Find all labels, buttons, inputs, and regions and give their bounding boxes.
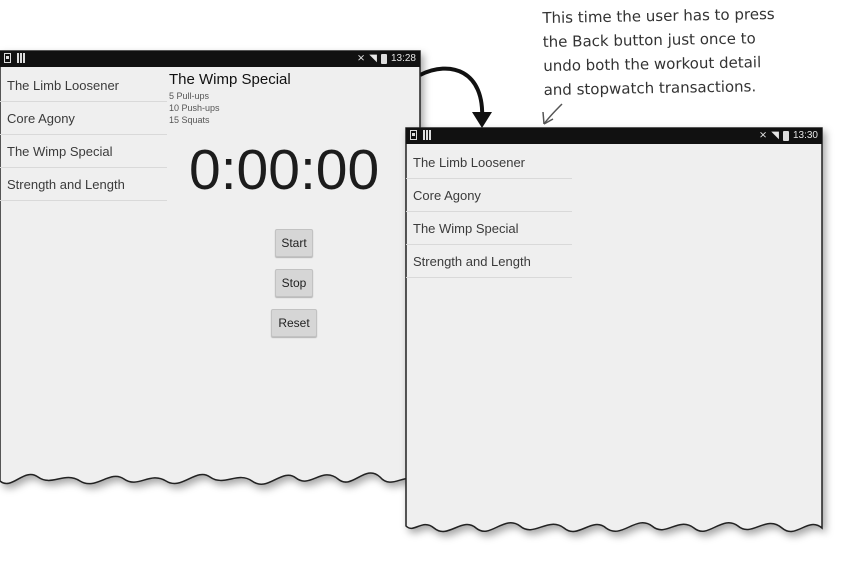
status-time: 13:30 xyxy=(792,130,818,141)
list-item[interactable]: Strength and Length xyxy=(406,245,572,278)
start-button[interactable]: Start xyxy=(275,229,313,257)
status-bar: ⨯ ◥ 13:28 xyxy=(0,51,420,67)
list-item[interactable]: Core Agony xyxy=(0,102,167,135)
signal-bars-icon xyxy=(17,53,25,63)
battery-icon xyxy=(782,130,789,141)
phone-icon xyxy=(410,130,417,140)
mute-icon: ⨯ xyxy=(356,52,366,64)
screen-after: ⨯ ◥ 13:30 The Limb Loosener Core Agony T… xyxy=(405,127,823,548)
workout-list: The Limb Loosener Core Agony The Wimp Sp… xyxy=(406,146,572,278)
exercise-line: 10 Push-ups xyxy=(169,103,220,113)
list-item[interactable]: Strength and Length xyxy=(0,168,167,201)
wifi-icon: ◥ xyxy=(771,129,779,141)
mute-icon: ⨯ xyxy=(758,129,768,141)
stopwatch-time: 0:00:00 xyxy=(189,138,380,202)
exercise-line: 15 Squats xyxy=(169,115,210,125)
wifi-icon: ◥ xyxy=(369,52,377,64)
phone-icon xyxy=(4,53,11,63)
workout-title: The Wimp Special xyxy=(169,71,291,88)
signal-bars-icon xyxy=(423,130,431,140)
workout-list: The Limb Loosener Core Agony The Wimp Sp… xyxy=(0,69,167,201)
workout-description: 5 Pull-ups 10 Push-ups 15 Squats xyxy=(169,90,220,126)
list-item[interactable]: The Limb Loosener xyxy=(0,69,167,102)
stop-button[interactable]: Stop xyxy=(275,269,313,297)
screen-before: ⨯ ◥ 13:28 The Limb Loosener Core Agony T… xyxy=(0,50,421,499)
status-time: 13:28 xyxy=(390,53,416,64)
list-item[interactable]: Core Agony xyxy=(406,179,572,212)
exercise-line: 5 Pull-ups xyxy=(169,91,210,101)
battery-icon xyxy=(380,53,387,64)
reset-button[interactable]: Reset xyxy=(271,309,317,337)
list-item[interactable]: The Wimp Special xyxy=(0,135,167,168)
status-bar: ⨯ ◥ 13:30 xyxy=(406,128,822,144)
list-item[interactable]: The Wimp Special xyxy=(406,212,572,245)
list-item[interactable]: The Limb Loosener xyxy=(406,146,572,179)
